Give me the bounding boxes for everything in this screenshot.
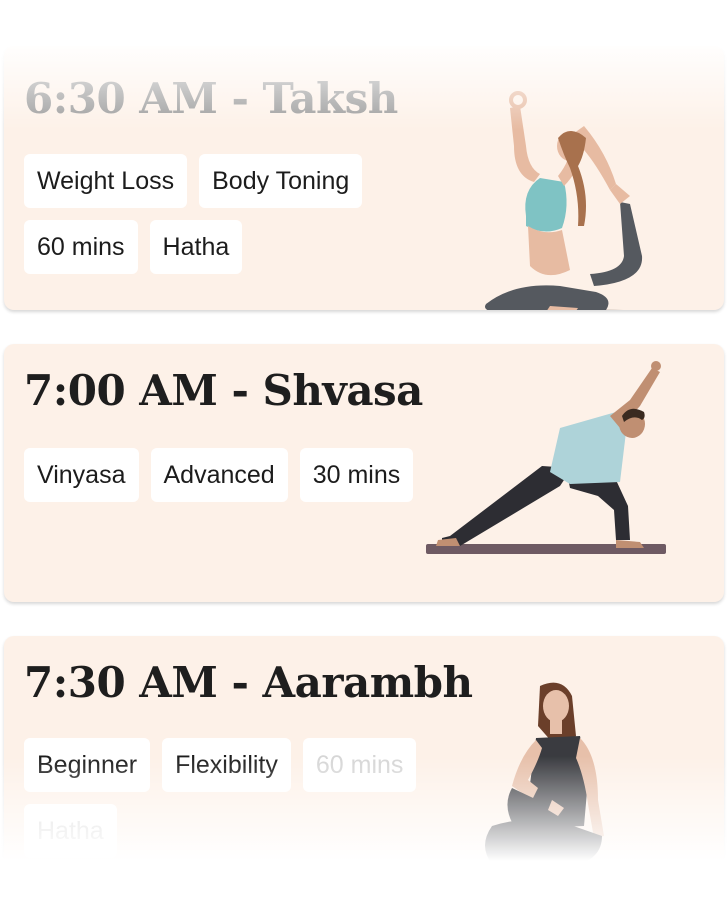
class-title: 7:30 AM - Aarambh: [24, 658, 473, 707]
class-title: 6:30 AM - Taksh: [24, 74, 398, 123]
tag-list: Vinyasa Advanced 30 mins: [24, 448, 444, 502]
tag-chip: Vinyasa: [24, 448, 139, 502]
tag-list: Beginner Flexibility 60 mins Hatha: [24, 738, 444, 858]
tag-chip: 30 mins: [299, 448, 414, 502]
tag-chip: Advanced: [150, 448, 288, 502]
class-card[interactable]: 7:00 AM - Shvasa Vinyasa Advanced 30 min…: [4, 344, 724, 602]
tag-chip: 60 mins: [24, 220, 138, 274]
tag-chip: Hatha: [24, 804, 117, 858]
tag-chip: Hatha: [149, 220, 243, 274]
class-title: 7:00 AM - Shvasa: [24, 366, 423, 415]
tag-chip: Weight Loss: [24, 154, 188, 208]
yoga-side-angle-pose-image: [426, 361, 666, 554]
tag-chip: Beginner: [24, 738, 151, 792]
tag-chip: Flexibility: [162, 738, 291, 792]
tag-chip: 60 mins: [302, 738, 417, 792]
class-list: 6:30 AM - Taksh Weight Loss Body Toning …: [0, 0, 728, 902]
yoga-seated-pose-image: [460, 682, 604, 876]
tag-list: Weight Loss Body Toning 60 mins Hatha: [24, 154, 444, 274]
yoga-king-pigeon-pose-image: [485, 91, 643, 310]
class-card[interactable]: 6:30 AM - Taksh Weight Loss Body Toning …: [4, 46, 724, 310]
tag-chip: Body Toning: [199, 154, 363, 208]
class-card[interactable]: 7:30 AM - Aarambh Beginner Flexibility 6…: [4, 636, 724, 886]
